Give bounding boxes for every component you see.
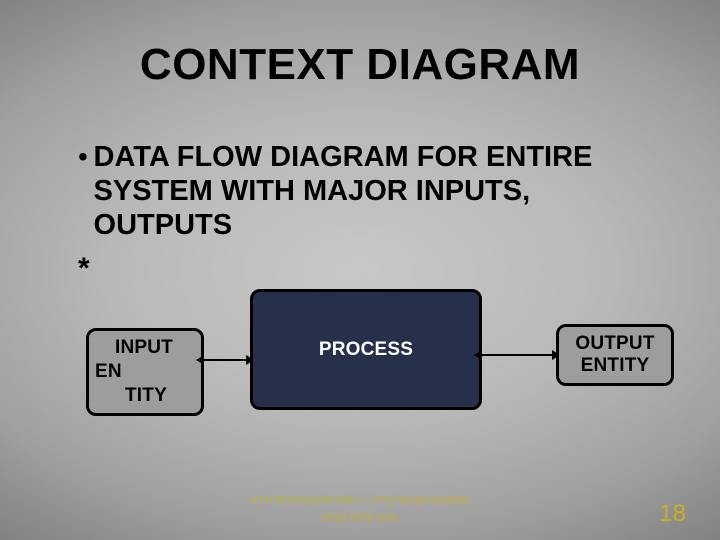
page-number: 18 (659, 500, 686, 528)
bullet-dot-icon: • (78, 140, 94, 242)
output-entity-box: OUTPUT ENTITY (556, 324, 674, 386)
footer-line2: פרופ' פיליפ הובלין (0, 513, 720, 524)
slide: CONTEXT DIAGRAM • DATA FLOW DIAGRAM FOR … (0, 0, 720, 540)
bullet-block: • DATA FLOW DIAGRAM FOR ENTIRE SYSTEM WI… (78, 140, 658, 242)
bullet-text: DATA FLOW DIAGRAM FOR ENTIRE SYSTEM WITH… (94, 140, 658, 242)
connector-process-output (482, 354, 552, 356)
context-diagram: INPUT EN TITY PROCESS OUTPUT ENTITY (0, 284, 720, 449)
process-label: PROCESS (319, 339, 413, 361)
input-line1: INPUT (115, 337, 173, 359)
input-line2: EN (95, 361, 122, 383)
footnote-asterisk: * (78, 252, 90, 286)
process-box: PROCESS (250, 289, 482, 410)
footer-line1: מחשבים ומערכות מידע -- ניתוח ותכנון מערכ… (0, 495, 720, 506)
output-line1: OUTPUT (575, 333, 654, 355)
input-line3: TITY (125, 385, 167, 407)
connector-input-process (204, 359, 246, 361)
bullet-item: • DATA FLOW DIAGRAM FOR ENTIRE SYSTEM WI… (78, 140, 658, 242)
output-line2: ENTITY (581, 355, 650, 377)
slide-title: CONTEXT DIAGRAM (0, 40, 720, 90)
input-entity-box: INPUT EN TITY (86, 328, 204, 416)
